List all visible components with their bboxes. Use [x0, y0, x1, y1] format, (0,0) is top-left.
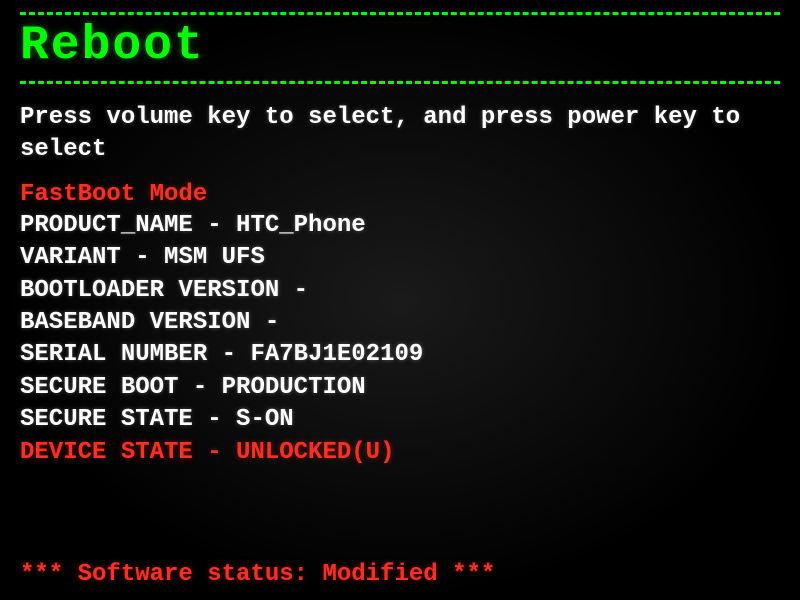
info-label: VARIANT: [20, 244, 121, 271]
info-value: HTC_Phone: [236, 212, 366, 239]
instruction-text: Press volume key to select, and press po…: [20, 102, 780, 167]
info-label: BASEBAND VERSION: [20, 309, 250, 336]
divider-under-title: [20, 81, 780, 84]
info-label: SERIAL NUMBER: [20, 341, 207, 368]
info-label: DEVICE STATE: [20, 439, 193, 466]
info-bootloader-version: BOOTLOADER VERSION -: [20, 275, 780, 307]
info-label: SECURE STATE: [20, 406, 193, 433]
info-product-name: PRODUCT_NAME - HTC_Phone: [20, 210, 780, 242]
info-value: PRODUCTION: [222, 374, 366, 401]
info-baseband-version: BASEBAND VERSION -: [20, 307, 780, 339]
info-value: FA7BJ1E02109: [250, 341, 423, 368]
info-value: UNLOCKED(U): [236, 439, 394, 466]
software-status: *** Software status: Modified ***: [20, 561, 495, 588]
selected-option-title[interactable]: Reboot: [20, 17, 780, 79]
mode-label: FastBoot Mode: [20, 181, 780, 208]
info-device-state: DEVICE STATE - UNLOCKED(U): [20, 437, 780, 469]
bootloader-screen: Reboot Press volume key to select, and p…: [0, 0, 800, 600]
divider-top: [20, 12, 780, 15]
info-secure-state: SECURE STATE - S-ON: [20, 404, 780, 436]
info-secure-boot: SECURE BOOT - PRODUCTION: [20, 372, 780, 404]
info-label: PRODUCT_NAME: [20, 212, 193, 239]
info-label: SECURE BOOT: [20, 374, 178, 401]
info-value: MSM UFS: [164, 244, 265, 271]
info-serial-number: SERIAL NUMBER - FA7BJ1E02109: [20, 339, 780, 371]
info-label: BOOTLOADER VERSION: [20, 277, 279, 304]
info-value: S-ON: [236, 406, 294, 433]
info-variant: VARIANT - MSM UFS: [20, 242, 780, 274]
